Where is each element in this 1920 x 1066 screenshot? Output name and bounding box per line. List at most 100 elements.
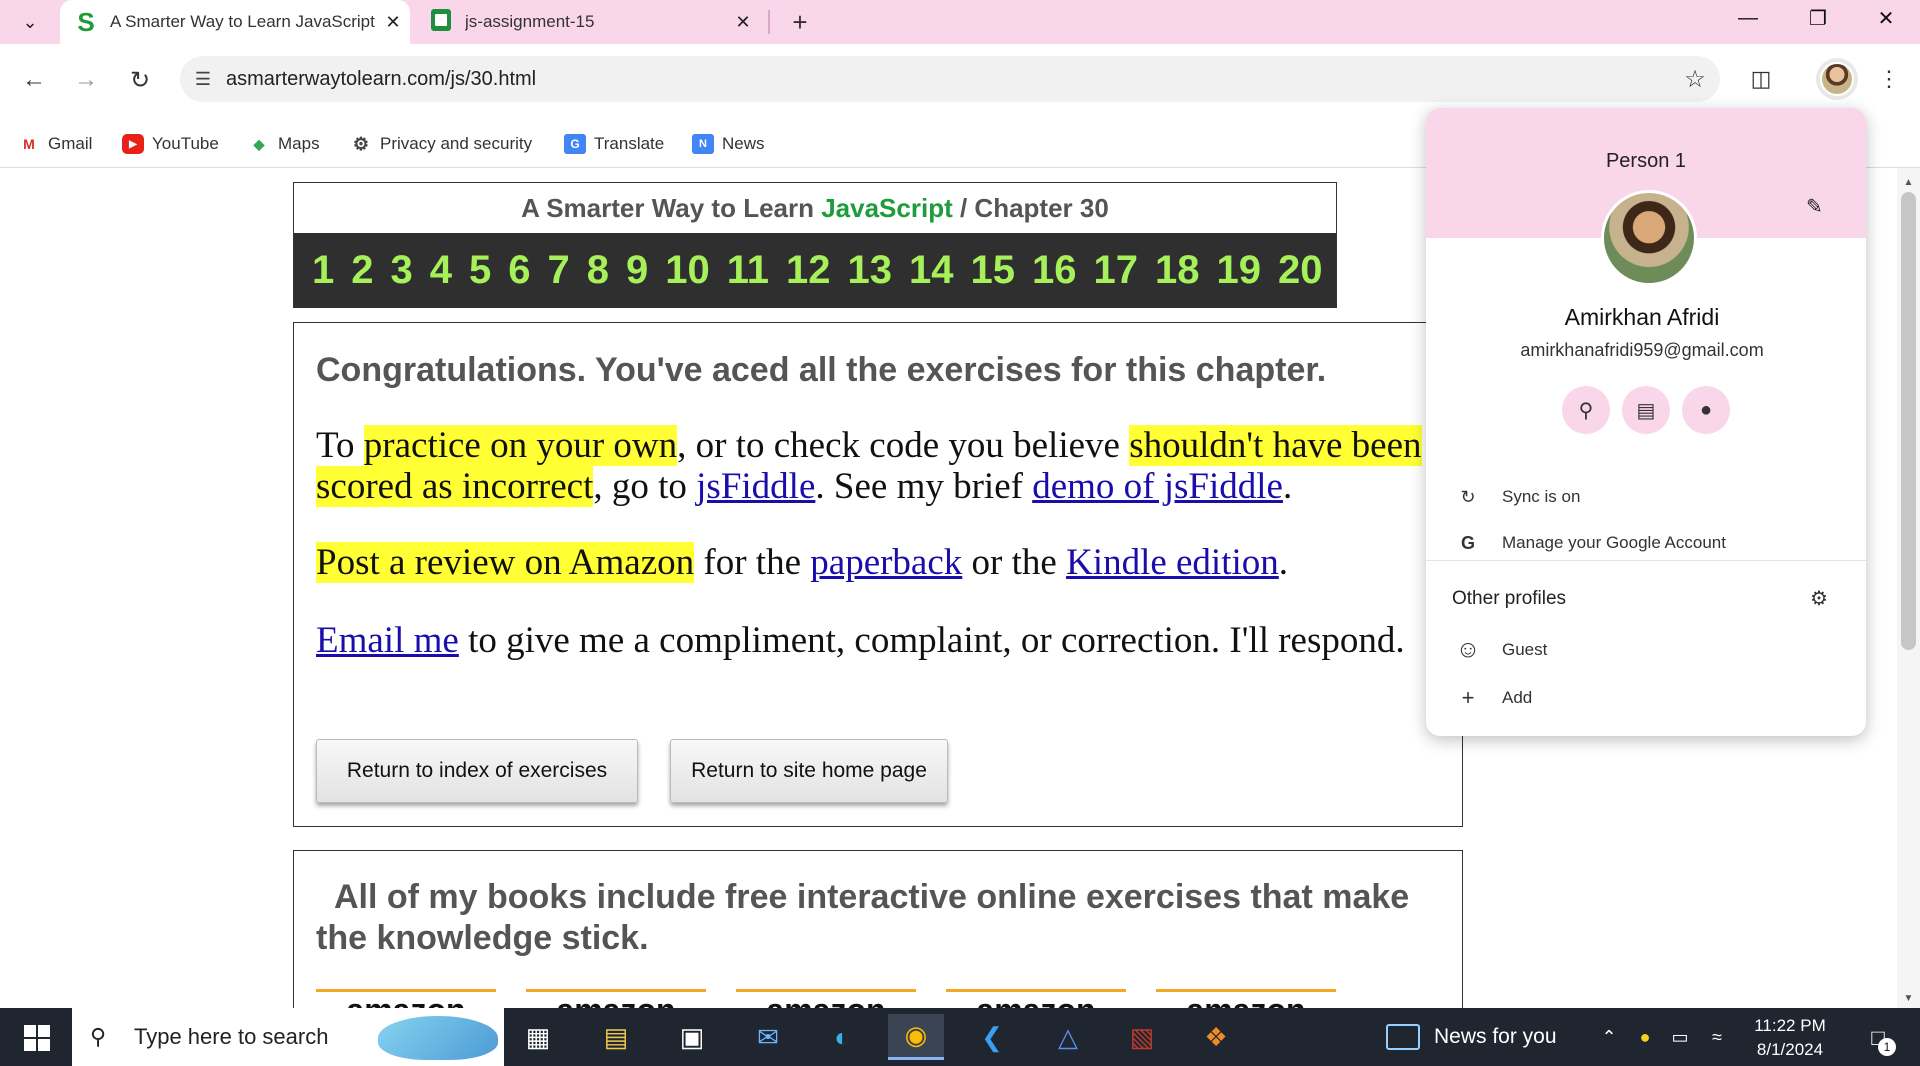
tab-close-icon[interactable]: ✕ <box>376 12 410 33</box>
books-panel: All of my books include free interactive… <box>293 850 1463 1011</box>
chapter-link[interactable]: 4 <box>430 248 452 293</box>
address-bar[interactable]: ☰ asmarterwaytolearn.com/js/30.html ☆ <box>180 56 1720 102</box>
vscode-icon[interactable]: ❮ <box>964 1014 1020 1060</box>
jsfiddle-link[interactable]: jsFiddle <box>696 466 815 507</box>
add-profile-row[interactable]: + Add <box>1426 677 1866 719</box>
taskbar-search-box[interactable]: ⚲ Type here to search <box>72 1008 504 1066</box>
forward-icon[interactable]: → <box>66 60 106 100</box>
menu-kebab-icon[interactable]: ⋮ <box>1866 56 1912 102</box>
close-window-icon[interactable]: ✕ <box>1858 0 1914 36</box>
edit-pencil-icon[interactable]: ✎ <box>1806 194 1823 219</box>
bookmark-news[interactable]: N News <box>692 128 765 160</box>
chapter-link[interactable]: 12 <box>786 248 831 293</box>
manage-profiles-gear-icon[interactable]: ⚙ <box>1810 586 1828 611</box>
chapter-link[interactable]: 6 <box>508 248 530 293</box>
chapter-link[interactable]: 7 <box>548 248 570 293</box>
chapter-link[interactable]: 17 <box>1094 248 1139 293</box>
task-view-icon[interactable]: ▦ <box>510 1014 566 1060</box>
bookmark-star-icon[interactable]: ☆ <box>1670 65 1720 94</box>
profile-avatar-button[interactable] <box>1814 56 1860 102</box>
file-explorer-icon[interactable]: ▤ <box>588 1014 644 1060</box>
addresses-pin-icon[interactable]: ● <box>1682 386 1730 434</box>
return-to-home-button[interactable]: Return to site home page <box>670 739 948 803</box>
edge-browser-icon[interactable]: ◐ <box>814 1014 870 1060</box>
bookmark-maps[interactable]: ◆ Maps <box>248 128 320 160</box>
site-info-icon[interactable]: ☰ <box>180 69 226 90</box>
reload-icon[interactable]: ↻ <box>120 60 160 100</box>
youtube-icon: ▶ <box>122 134 144 154</box>
chrome-browser-icon[interactable]: ◉ <box>888 1014 944 1060</box>
url-text[interactable]: asmarterwaytolearn.com/js/30.html <box>226 68 1670 91</box>
paperback-link[interactable]: paperback <box>810 542 962 583</box>
bookmark-translate[interactable]: G Translate <box>564 128 664 160</box>
profile-name: Amirkhan Afridi <box>1564 304 1720 330</box>
scroll-thumb[interactable] <box>1901 192 1916 650</box>
wifi-icon[interactable]: ≈ <box>1704 1022 1730 1052</box>
tray-app-icon[interactable]: ● <box>1632 1022 1658 1052</box>
chapter-link[interactable]: 2 <box>351 248 373 293</box>
scroll-up-arrow-icon[interactable]: ▲ <box>1897 172 1920 192</box>
passwords-key-icon[interactable]: ⚲ <box>1562 386 1610 434</box>
windows-start-icon[interactable] <box>14 1022 58 1054</box>
bookmark-privacy[interactable]: ⚙ Privacy and security <box>350 128 532 160</box>
sync-row[interactable]: ↻ Sync is on <box>1426 476 1866 518</box>
page-scrollbar[interactable]: ▲ ▼ <box>1897 168 1920 1008</box>
notification-center-icon[interactable]: □ 1 <box>1858 1020 1898 1056</box>
guest-profile-row[interactable]: ☺ Guest <box>1426 629 1866 671</box>
news-widget[interactable]: News for you <box>1386 1008 1557 1066</box>
xampp-icon[interactable]: ❖ <box>1188 1014 1244 1060</box>
chapter-link[interactable]: 5 <box>469 248 491 293</box>
sync-icon: ↻ <box>1460 486 1476 507</box>
tab-inactive[interactable]: js-assignment-15 ✕ <box>415 0 760 44</box>
site-favicon-icon: S <box>77 6 95 37</box>
winrar-icon[interactable]: ▧ <box>1114 1014 1170 1060</box>
bookmark-label: Privacy and security <box>380 134 533 153</box>
review-paragraph: Post a review on Amazon for the paperbac… <box>316 542 1446 583</box>
highlight-text: Post a review on Amazon <box>316 542 695 583</box>
chapter-link[interactable]: 15 <box>971 248 1016 293</box>
new-tab-button[interactable]: + <box>780 2 820 42</box>
email-me-link[interactable]: Email me <box>316 620 459 661</box>
chapter-link[interactable]: 20 <box>1278 248 1323 293</box>
microsoft-store-icon[interactable]: ▣ <box>664 1014 720 1060</box>
clock-time: 11:22 PM <box>1754 1016 1826 1035</box>
chapter-link[interactable]: 13 <box>848 248 893 293</box>
other-profiles-heading: Other profiles <box>1452 588 1567 609</box>
bookmark-label: YouTube <box>152 134 219 153</box>
tab-active[interactable]: S A Smarter Way to Learn JavaScript ✕ <box>60 0 410 44</box>
minimize-icon[interactable]: — <box>1720 0 1776 36</box>
bookmark-label: Gmail <box>48 134 93 153</box>
system-clock[interactable]: 11:22 PM 8/1/2024 <box>1730 1014 1850 1062</box>
congrats-heading: Congratulations. You've aced all the exe… <box>316 351 1327 389</box>
chapter-link[interactable]: 3 <box>391 248 413 293</box>
mail-icon[interactable]: ✉ <box>740 1014 796 1060</box>
payment-card-icon[interactable]: ▤ <box>1622 386 1670 434</box>
chapter-link[interactable]: 10 <box>665 248 710 293</box>
jsfiddle-demo-link[interactable]: demo of jsFiddle <box>1032 466 1283 507</box>
chapter-link[interactable]: 18 <box>1155 248 1200 293</box>
show-hidden-icons-chevron-icon[interactable]: ⌃ <box>1596 1022 1622 1052</box>
chapter-link[interactable]: 1 <box>312 248 334 293</box>
return-to-index-button[interactable]: Return to index of exercises <box>316 739 638 803</box>
tab-strip: ⌄ S A Smarter Way to Learn JavaScript ✕ … <box>0 0 1920 44</box>
back-icon[interactable]: ← <box>14 60 54 100</box>
chapter-link[interactable]: 11 <box>727 248 769 293</box>
bookmark-gmail[interactable]: M Gmail <box>18 128 92 160</box>
chapter-link[interactable]: 8 <box>587 248 609 293</box>
battery-icon[interactable]: ▭ <box>1666 1022 1694 1052</box>
scroll-down-arrow-icon[interactable]: ▼ <box>1897 988 1920 1008</box>
kindle-edition-link[interactable]: Kindle edition <box>1066 542 1279 583</box>
chapter-link[interactable]: 9 <box>626 248 648 293</box>
tab-close-icon[interactable]: ✕ <box>726 12 760 33</box>
chapter-link[interactable]: 14 <box>909 248 954 293</box>
bookmark-youtube[interactable]: ▶ YouTube <box>122 128 219 160</box>
chapter-link[interactable]: 16 <box>1032 248 1077 293</box>
page-title: A Smarter Way to Learn JavaScript / Chap… <box>294 183 1336 233</box>
chapter-link[interactable]: 19 <box>1217 248 1262 293</box>
restore-icon[interactable]: ❐ <box>1790 0 1846 36</box>
tab-search-dropdown-icon[interactable]: ⌄ <box>10 4 50 40</box>
guest-account-icon: ☺ <box>1455 636 1481 663</box>
extensions-icon[interactable]: ◫ <box>1738 56 1784 102</box>
app-store-icon[interactable]: △ <box>1040 1014 1096 1060</box>
manage-account-row[interactable]: G Manage your Google Account <box>1426 522 1866 564</box>
